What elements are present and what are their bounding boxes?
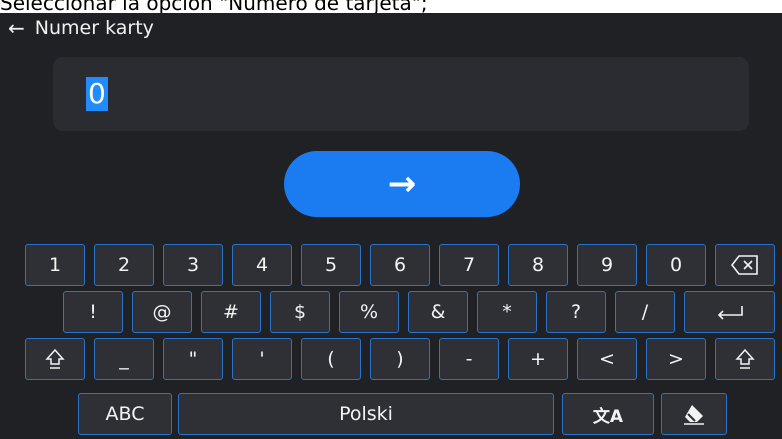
- key-asterisk[interactable]: *: [477, 291, 537, 333]
- key-8[interactable]: 8: [508, 244, 568, 286]
- shift-icon: [45, 348, 65, 369]
- key-4[interactable]: 4: [232, 244, 292, 286]
- key-open-paren[interactable]: (: [301, 338, 361, 380]
- key-at[interactable]: @: [132, 291, 192, 333]
- enter-icon: [717, 306, 743, 320]
- shift-key-right[interactable]: [715, 338, 775, 380]
- key-slash[interactable]: /: [615, 291, 675, 333]
- key-ampersand[interactable]: &: [408, 291, 468, 333]
- key-9[interactable]: 9: [577, 244, 637, 286]
- card-number-value: 0: [86, 77, 108, 111]
- key-2[interactable]: 2: [94, 244, 154, 286]
- key-minus[interactable]: -: [439, 338, 499, 380]
- key-1[interactable]: 1: [25, 244, 85, 286]
- key-percent[interactable]: %: [339, 291, 399, 333]
- header: ← Numer karty: [8, 13, 154, 43]
- key-3[interactable]: 3: [163, 244, 223, 286]
- on-screen-keyboard: 1 2 3 4 5 6 7 8 9 0 ! @ # $ % & * ? / _ …: [0, 238, 782, 439]
- key-exclamation[interactable]: !: [63, 291, 123, 333]
- key-hash[interactable]: #: [201, 291, 261, 333]
- eraser-icon: [684, 405, 704, 425]
- submit-button[interactable]: →: [284, 151, 520, 217]
- abc-key[interactable]: ABC: [78, 393, 172, 435]
- shift-key-left[interactable]: [25, 338, 85, 380]
- key-0[interactable]: 0: [646, 244, 706, 286]
- clear-key[interactable]: [661, 393, 727, 435]
- key-greater-than[interactable]: >: [646, 338, 706, 380]
- space-key[interactable]: Polski: [178, 393, 554, 435]
- backspace-icon: [731, 255, 758, 275]
- key-single-quote[interactable]: ': [232, 338, 292, 380]
- card-number-input[interactable]: 0: [53, 57, 749, 131]
- page-title: Numer karty: [34, 17, 154, 39]
- key-underscore[interactable]: _: [94, 338, 154, 380]
- enter-key[interactable]: [684, 291, 775, 333]
- key-question[interactable]: ?: [546, 291, 606, 333]
- translate-icon: 文A: [592, 406, 624, 427]
- arrow-right-icon: →: [387, 164, 417, 204]
- key-5[interactable]: 5: [301, 244, 361, 286]
- key-double-quote[interactable]: ": [163, 338, 223, 380]
- key-dollar[interactable]: $: [270, 291, 330, 333]
- card-number-screen: ← Numer karty 0 → 1 2 3 4 5 6 7 8 9 0 ! …: [0, 13, 782, 439]
- key-close-paren[interactable]: ): [370, 338, 430, 380]
- key-less-than[interactable]: <: [577, 338, 637, 380]
- key-plus[interactable]: +: [508, 338, 568, 380]
- backspace-key[interactable]: [715, 244, 775, 286]
- shift-icon: [735, 348, 755, 369]
- language-key[interactable]: 文A: [562, 393, 654, 435]
- back-arrow-icon[interactable]: ←: [8, 16, 25, 40]
- key-6[interactable]: 6: [370, 244, 430, 286]
- key-7[interactable]: 7: [439, 244, 499, 286]
